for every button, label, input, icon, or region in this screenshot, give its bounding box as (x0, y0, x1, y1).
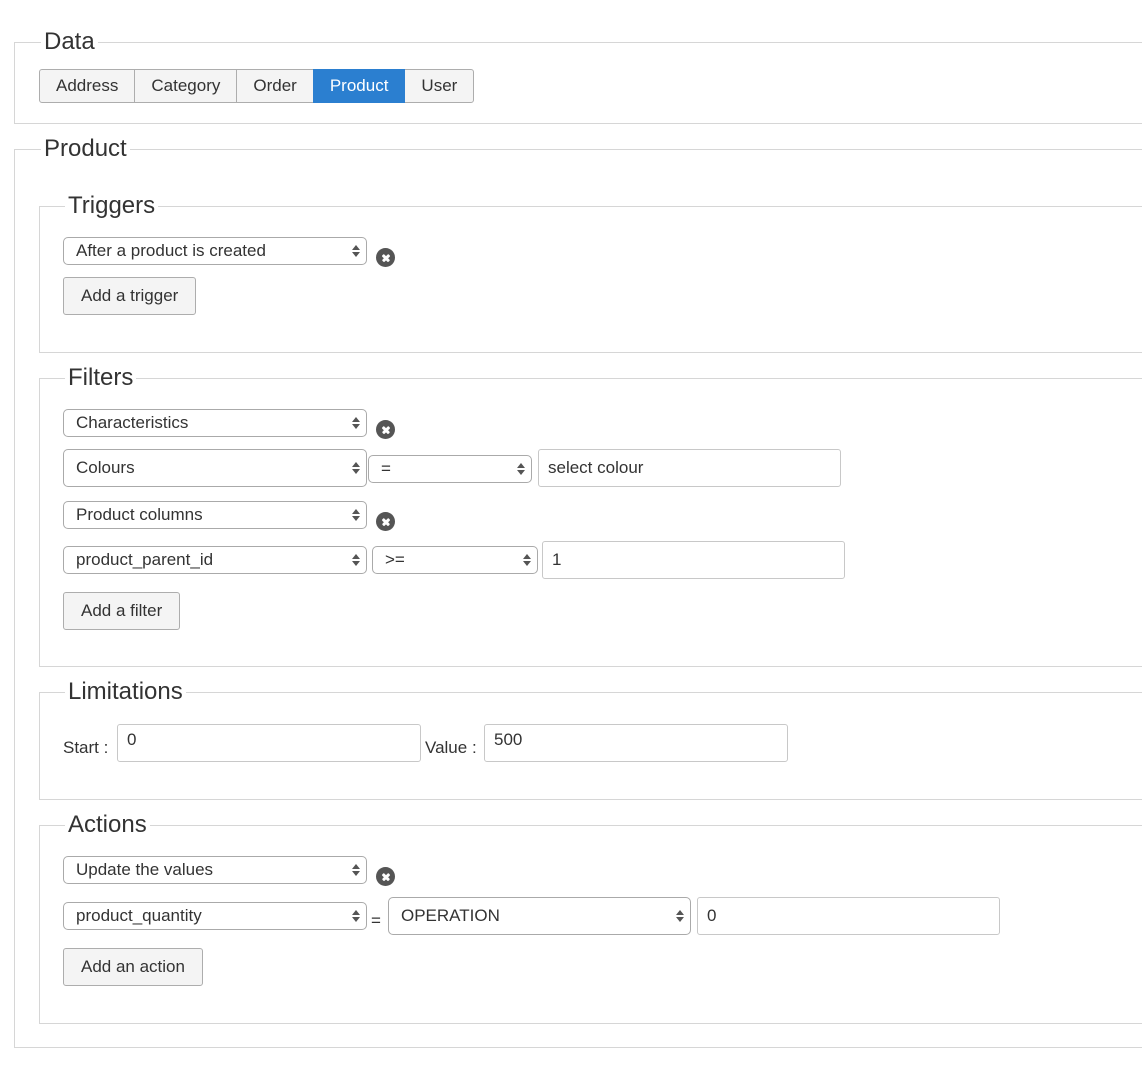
tab-order[interactable]: Order (236, 69, 314, 103)
filter1-field-select[interactable]: Colours (63, 449, 367, 487)
filter1-type-select[interactable]: Characteristics (63, 409, 367, 437)
select-arrows-icon (522, 554, 531, 566)
filter2-type-value: Product columns (76, 505, 203, 524)
value-input[interactable]: 500 (484, 724, 788, 762)
filter2-value-input[interactable]: 1 (542, 541, 845, 579)
select-arrows-icon (351, 864, 360, 876)
filters-legend: Filters (65, 365, 137, 391)
triggers-legend: Triggers (65, 193, 159, 219)
data-fieldset: Data Address Category Order Product User (14, 29, 1142, 124)
filter2-field-select[interactable]: product_parent_id (63, 546, 367, 574)
filter2-operator-value: >= (385, 550, 405, 569)
tab-product[interactable]: Product (312, 69, 406, 103)
trigger-select[interactable]: After a product is created (63, 237, 367, 265)
add-trigger-button[interactable]: Add a trigger (63, 277, 197, 315)
operation-select-value: OPERATION (401, 906, 500, 925)
action-select[interactable]: Update the values (63, 856, 367, 884)
tab-user[interactable]: User (404, 69, 475, 103)
filter1-operator-value: = (381, 459, 391, 478)
select-arrows-icon (675, 910, 684, 922)
start-label: Start : (63, 738, 109, 757)
data-legend: Data (41, 29, 98, 55)
value-label: Value : (425, 738, 477, 757)
equals-sign: = (371, 911, 381, 930)
action-field-select[interactable]: product_quantity (63, 902, 367, 930)
action-field-value: product_quantity (76, 906, 202, 925)
action-select-value: Update the values (76, 860, 214, 879)
operation-value-input[interactable]: 0 (697, 897, 1000, 935)
start-input[interactable]: 0 (117, 724, 421, 762)
filter2-operator-select[interactable]: >= (372, 546, 538, 574)
tab-address[interactable]: Address (39, 69, 136, 103)
filter1-type-value: Characteristics (76, 413, 189, 432)
add-filter-button[interactable]: Add a filter (63, 592, 181, 630)
data-tab-group: Address Category Order Product User (39, 69, 475, 103)
trigger-select-value: After a product is created (76, 241, 266, 260)
operation-select[interactable]: OPERATION (388, 897, 691, 935)
product-legend: Product (41, 136, 130, 162)
filter2-type-select[interactable]: Product columns (63, 501, 367, 529)
select-arrows-icon (351, 417, 360, 429)
remove-action-icon[interactable] (376, 867, 395, 886)
remove-filter2-icon[interactable] (376, 512, 395, 531)
tab-category[interactable]: Category (134, 69, 238, 103)
select-arrows-icon (351, 554, 360, 566)
select-arrows-icon (351, 462, 360, 474)
triggers-fieldset: Triggers (39, 193, 1142, 353)
filter2-field-value: product_parent_id (76, 550, 214, 569)
remove-filter1-icon[interactable] (376, 420, 395, 439)
limitations-legend: Limitations (65, 679, 186, 705)
remove-trigger-icon[interactable] (376, 248, 395, 267)
add-action-button[interactable]: Add an action (63, 948, 203, 986)
actions-legend: Actions (65, 812, 150, 838)
filter1-value-input[interactable]: select colour (538, 449, 841, 487)
select-arrows-icon (516, 463, 525, 475)
select-arrows-icon (351, 509, 360, 521)
select-arrows-icon (351, 910, 360, 922)
select-arrows-icon (351, 245, 360, 257)
filter1-operator-select[interactable]: = (368, 455, 532, 483)
filter1-field-value: Colours (76, 458, 135, 477)
